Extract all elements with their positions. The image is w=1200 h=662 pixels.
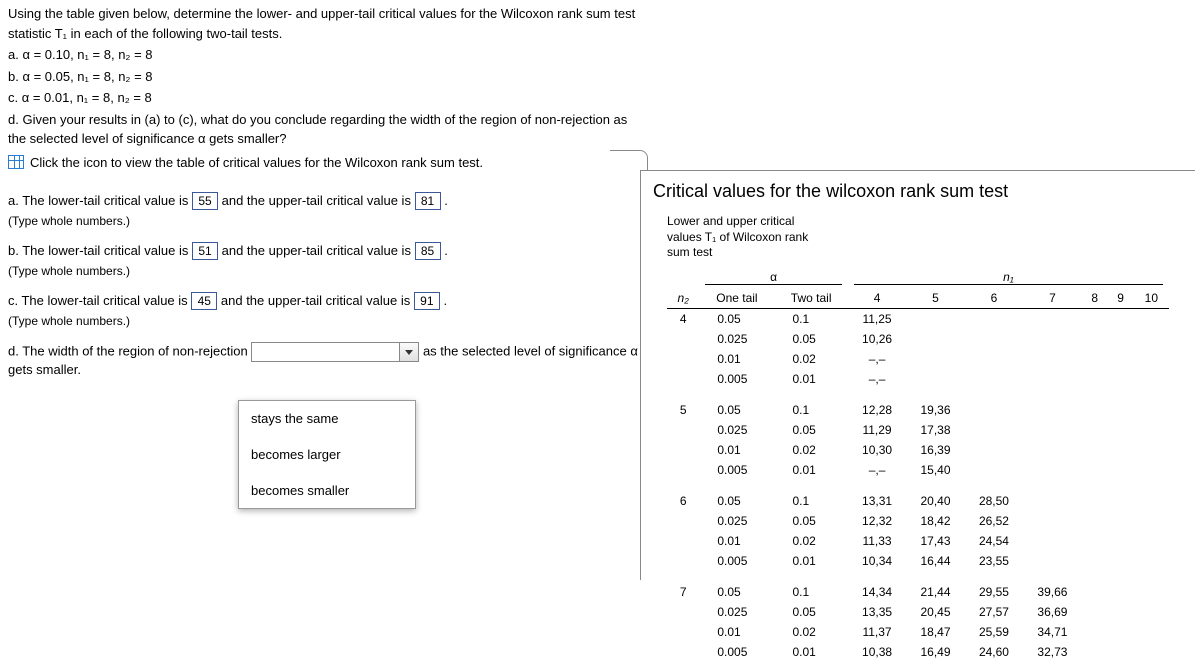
hint-b: (Type whole numbers.) [8, 264, 638, 278]
ans-a-prefix: a. The lower-tail critical value is [8, 193, 192, 208]
question-c: c. α = 0.01, n₁ = 8, n₂ = 8 [8, 88, 638, 108]
chevron-down-icon [400, 343, 418, 361]
answer-d: d. The width of the region of non-reject… [8, 342, 638, 377]
ans-c-prefix: c. The lower-tail critical value is [8, 293, 191, 308]
panel-title: Critical values for the wilcoxon rank su… [641, 171, 1195, 210]
one-tail-header: One tail [699, 288, 774, 309]
ans-a-mid: and the upper-tail critical value is [222, 193, 415, 208]
option-stays-same[interactable]: stays the same [239, 401, 415, 436]
question-block: Using the table given below, determine t… [8, 4, 638, 172]
hint-a: (Type whole numbers.) [8, 214, 638, 228]
link-text: Click the icon to view the table of crit… [30, 153, 483, 173]
table-caption: Lower and upper critical values T₁ of Wi… [667, 214, 1169, 261]
table-row: 0.0050.0110,3816,4924,6032,73 [667, 642, 1169, 662]
option-becomes-smaller[interactable]: becomes smaller [239, 472, 415, 508]
table-row: 0.0050.01–,– [667, 369, 1169, 389]
n1-header: n₁ [854, 270, 1163, 285]
ans-a-lower-input[interactable] [192, 192, 218, 210]
table-row: 50.050.112,2819,36 [667, 389, 1169, 420]
ans-b-upper-input[interactable] [415, 242, 441, 260]
dropdown-options-popup: stays the same becomes larger becomes sm… [238, 400, 416, 509]
table-icon [8, 155, 24, 169]
ans-c-upper-input[interactable] [414, 292, 440, 310]
table-row: 0.010.0210,3016,39 [667, 440, 1169, 460]
answer-a: a. The lower-tail critical value is and … [8, 192, 638, 210]
table-row: 0.010.0211,3718,4725,5934,71 [667, 622, 1169, 642]
ans-c-mid: and the upper-tail critical value is [221, 293, 414, 308]
question-d: d. Given your results in (a) to (c), wha… [8, 110, 638, 149]
alpha-header: α [705, 270, 841, 285]
table-row: 0.010.02–,– [667, 349, 1169, 369]
table-row: 0.0250.0511,2917,38 [667, 420, 1169, 440]
hint-c: (Type whole numbers.) [8, 314, 638, 328]
answer-c: c. The lower-tail critical value is and … [8, 292, 638, 310]
critical-values-table: α n₁ n₂ One tail Two tail 4 5 6 7 8 9 10… [667, 267, 1169, 662]
ans-b-mid: and the upper-tail critical value is [222, 243, 415, 258]
ans-b-lower-input[interactable] [192, 242, 218, 260]
answer-d-dropdown[interactable] [251, 342, 419, 362]
table-row: 0.0050.0110,3416,4423,55 [667, 551, 1169, 571]
answer-b: b. The lower-tail critical value is and … [8, 242, 638, 260]
table-row: 60.050.113,3120,4028,50 [667, 480, 1169, 511]
option-becomes-larger[interactable]: becomes larger [239, 436, 415, 472]
critical-values-link[interactable]: Click the icon to view the table of crit… [8, 153, 638, 173]
question-intro: Using the table given below, determine t… [8, 4, 638, 43]
ans-c-lower-input[interactable] [191, 292, 217, 310]
two-tail-header: Two tail [775, 288, 848, 309]
n2-header: n₂ [667, 288, 699, 309]
ans-d-prefix: d. The width of the region of non-reject… [8, 343, 251, 358]
table-row: 0.0250.0510,26 [667, 329, 1169, 349]
table-row: 0.0250.0512,3218,4226,52 [667, 511, 1169, 531]
ans-b-prefix: b. The lower-tail critical value is [8, 243, 192, 258]
table-row: 0.010.0211,3317,4324,54 [667, 531, 1169, 551]
table-row: 70.050.114,3421,4429,5539,66 [667, 571, 1169, 602]
table-row: 0.0250.0513,3520,4527,5736,69 [667, 602, 1169, 622]
table-row: 0.0050.01–,–15,40 [667, 460, 1169, 480]
critical-values-panel: Critical values for the wilcoxon rank su… [640, 170, 1195, 580]
question-b: b. α = 0.05, n₁ = 8, n₂ = 8 [8, 67, 638, 87]
dropdown-value [252, 343, 400, 361]
question-a: a. α = 0.10, n₁ = 8, n₂ = 8 [8, 45, 638, 65]
table-row: 40.050.111,25 [667, 308, 1169, 329]
ans-a-upper-input[interactable] [415, 192, 441, 210]
